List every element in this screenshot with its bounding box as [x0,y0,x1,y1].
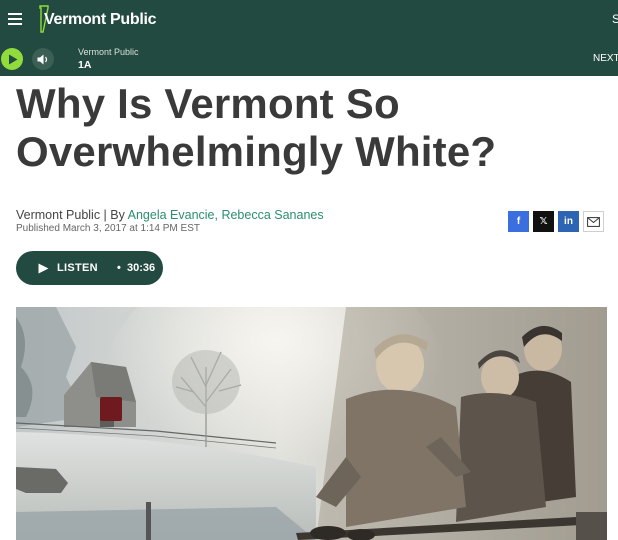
share-linkedin-button[interactable]: in [558,211,579,232]
player-program-name[interactable]: 1A [78,59,91,71]
listen-label: LISTEN [57,262,98,274]
listen-button[interactable]: LISTEN • 30:36 [16,251,163,285]
play-icon [38,263,49,274]
site-header: Vermont Public S [0,0,618,40]
share-facebook-button[interactable]: f [508,211,529,232]
next-up-label[interactable]: NEXT [593,53,618,64]
x-icon: 𝕏 [539,216,548,227]
listen-duration: 30:36 [127,262,156,274]
byline-source: Vermont Public | By [16,208,128,222]
volume-icon [37,54,48,65]
share-x-button[interactable]: 𝕏 [533,211,554,232]
hero-photo-illustration [16,307,607,540]
mail-icon [587,217,600,227]
published-date: Published March 3, 2017 at 1:14 PM EST [16,223,200,234]
facebook-icon: f [516,216,521,227]
article-hero-image[interactable] [16,307,607,540]
article-byline: Vermont Public | By Angela Evancie, Rebe… [16,208,324,222]
menu-icon[interactable] [8,13,22,25]
listen-separator: • [117,262,121,274]
site-logo-text[interactable]: Vermont Public [44,11,157,29]
byline-authors-link[interactable]: Angela Evancie, Rebecca Sananes [128,208,324,222]
share-email-button[interactable] [583,211,604,232]
play-icon [9,54,18,65]
article-headline: Why Is Vermont So Overwhelmingly White? [16,80,497,175]
volume-button[interactable] [32,48,54,70]
linkedin-icon: in [564,216,573,227]
player-station-name: Vermont Public [78,47,139,57]
header-edge-text: S [612,12,618,26]
play-button[interactable] [1,48,23,70]
live-player-bar: Vermont Public 1A NEXT [0,40,618,76]
